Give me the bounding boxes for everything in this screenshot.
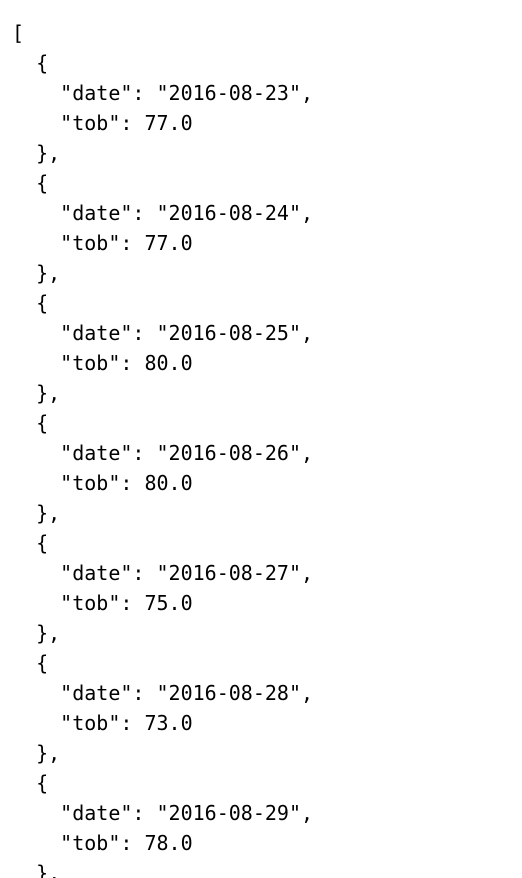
record-date-line: "date": "2016-08-23", [12,81,314,105]
record-date-line: "date": "2016-08-25", [12,321,314,345]
record-tob-line: "tob": 80.0 [12,351,193,375]
record-close-brace: }, [12,141,61,165]
record-open-brace: { [12,411,49,435]
record-close-brace: }, [12,501,61,525]
record-open-brace: { [12,531,49,555]
record-date-line: "date": "2016-08-27", [12,561,314,585]
open-bracket: [ [12,21,25,45]
record-tob-line: "tob": 73.0 [12,711,193,735]
json-viewer[interactable]: [ { "date": "2016-08-23", "tob": 77.0 },… [0,0,522,878]
record-open-brace: { [12,171,49,195]
record-date-line: "date": "2016-08-24", [12,201,314,225]
record-close-brace: }, [12,261,61,285]
record-date-line: "date": "2016-08-26", [12,441,314,465]
record-list: { "date": "2016-08-23", "tob": 77.0 }, {… [12,48,522,878]
record-tob-line: "tob": 75.0 [12,591,193,615]
record-close-brace: }, [12,741,61,765]
record-close-brace: }, [12,381,61,405]
record-open-brace: { [12,771,49,795]
record-tob-line: "tob": 78.0 [12,831,193,855]
record-date-line: "date": "2016-08-28", [12,681,314,705]
record-tob-line: "tob": 80.0 [12,471,193,495]
record-open-brace: { [12,651,49,675]
record-open-brace: { [12,291,49,315]
record-close-brace: }, [12,861,61,878]
record-date-line: "date": "2016-08-29", [12,801,314,825]
record-tob-line: "tob": 77.0 [12,231,193,255]
record-close-brace: }, [12,621,61,645]
record-open-brace: { [12,51,49,75]
record-tob-line: "tob": 77.0 [12,111,193,135]
json-text: [ { "date": "2016-08-23", "tob": 77.0 },… [0,0,522,878]
